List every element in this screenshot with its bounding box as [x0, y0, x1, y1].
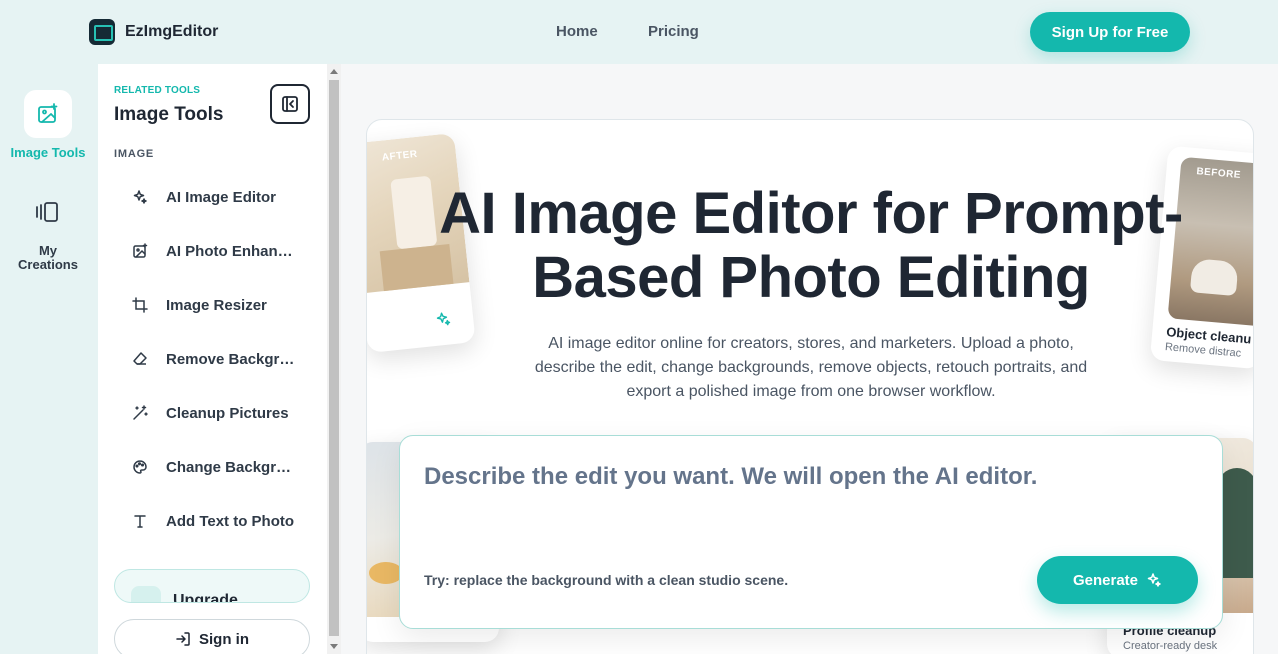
gallery-icon: [36, 202, 58, 222]
rail-my-creations-label[interactable]: My Creations: [8, 244, 88, 272]
sidebar-item-cleanup-pictures[interactable]: Cleanup Pictures: [114, 393, 314, 433]
sidebar-item-label: Remove Backgro...: [166, 350, 296, 368]
sign-up-button[interactable]: Sign Up for Free: [1030, 12, 1190, 52]
sidebar-item-label: AI Photo Enhancer: [166, 242, 296, 260]
magic-wand-icon: [114, 405, 166, 421]
photo-enhance-icon: [114, 243, 166, 259]
sidebar-scrollbar[interactable]: [327, 64, 341, 654]
brand-logo-icon: [89, 19, 115, 45]
text-icon: [114, 513, 166, 529]
main-content: AFTER BEFORE Object cleanu Remove distra…: [341, 64, 1278, 654]
sidebar-item-label: Cleanup Pictures: [166, 404, 289, 422]
collapse-panel-icon: [282, 96, 298, 112]
generate-label: Generate: [1072, 571, 1139, 589]
sidebar-item-add-text-to-photo[interactable]: Add Text to Photo: [114, 501, 314, 541]
prompt-input-box[interactable]: Describe the edit you want. We will open…: [399, 435, 1223, 629]
section-label-image: IMAGE: [114, 148, 155, 160]
hero-card: AFTER BEFORE Object cleanu Remove distra…: [366, 119, 1254, 654]
image-edit-icon: [38, 103, 58, 123]
palette-icon: [114, 459, 166, 475]
sidebar-item-image-resizer[interactable]: Image Resizer: [114, 285, 314, 325]
card-subtitle: Creator-ready desk: [1123, 640, 1218, 652]
tools-sidebar: RELATED TOOLS Image Tools IMAGE AI Image…: [98, 64, 327, 654]
hero-title: AI Image Editor for Prompt-Based Photo E…: [439, 181, 1183, 310]
sign-in-button[interactable]: Sign in: [114, 619, 310, 654]
scroll-up-icon[interactable]: [330, 69, 338, 74]
sidebar-item-label: Add Text to Photo: [166, 512, 295, 530]
hero-description: AI image editor online for creators, sto…: [534, 335, 1088, 400]
prompt-input[interactable]: Describe the edit you want. We will open…: [424, 463, 1037, 491]
sign-in-label: Sign in: [199, 630, 249, 648]
eraser-icon: [114, 351, 166, 367]
generate-button[interactable]: Generate: [1037, 556, 1198, 604]
sidebar-kicker: RELATED TOOLS: [114, 85, 201, 96]
sidebar-item-change-background[interactable]: Change Backgro...: [114, 447, 314, 487]
brand[interactable]: EzImgEditor: [89, 19, 218, 45]
sparkles-icon: [114, 189, 166, 205]
sidebar-item-ai-image-editor[interactable]: AI Image Editor: [114, 177, 314, 217]
scroll-thumb[interactable]: [329, 80, 339, 636]
sidebar-item-label: AI Image Editor: [166, 188, 277, 206]
nav-home-link[interactable]: Home: [556, 23, 598, 40]
brand-name: EzImgEditor: [125, 23, 219, 40]
sidebar-item-ai-photo-enhancer[interactable]: AI Photo Enhancer: [114, 231, 314, 271]
rail-image-tools-label[interactable]: Image Tools: [8, 146, 88, 160]
top-bar: EzImgEditor Home Pricing Sign Up for Fre…: [0, 0, 1278, 64]
collapse-sidebar-button[interactable]: [270, 84, 310, 124]
sidebar-item-label: Change Backgro...: [166, 458, 296, 476]
crop-icon: [114, 297, 166, 313]
nav-pricing-link[interactable]: Pricing: [648, 23, 699, 40]
upgrade-button[interactable]: Upgrade: [114, 569, 310, 603]
scroll-down-icon[interactable]: [330, 644, 338, 649]
login-icon: [176, 632, 190, 646]
sidebar-item-label: Image Resizer: [166, 296, 267, 314]
sparkles-icon: [131, 586, 161, 602]
upgrade-label: Upgrade: [173, 592, 238, 603]
sparkles-icon: [1147, 573, 1161, 587]
sparkles-icon: [436, 312, 451, 326]
rail-image-tools-button[interactable]: [24, 90, 72, 138]
prompt-hint: Try: replace the background with a clean…: [424, 572, 789, 588]
sidebar-title: Image Tools: [114, 104, 224, 125]
rail-my-creations-button[interactable]: [24, 188, 72, 236]
sidebar-item-remove-background[interactable]: Remove Backgro...: [114, 339, 314, 379]
